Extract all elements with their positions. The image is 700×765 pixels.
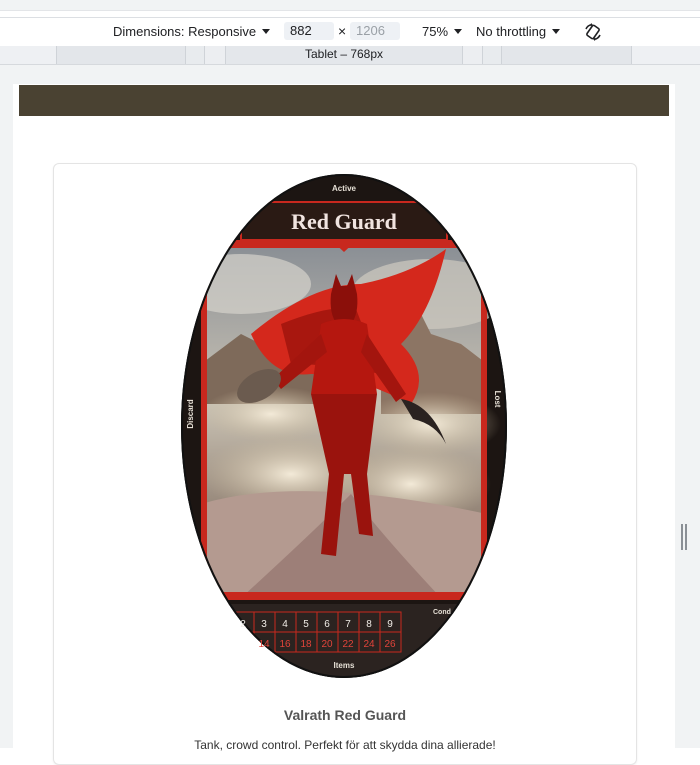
hp-top-cell: 2 xyxy=(240,619,246,630)
throttling-label: No throttling xyxy=(476,24,547,39)
chevron-down-icon xyxy=(552,29,561,34)
hp-bottom-cell: 22 xyxy=(342,639,354,650)
hp-top-cell: 4 xyxy=(282,619,288,630)
rotate-icon[interactable] xyxy=(583,22,603,42)
media-query-bar: Tablet – 768px xyxy=(0,46,700,65)
resize-handle[interactable] xyxy=(681,524,687,550)
hp-top-cell: 8 xyxy=(366,619,372,630)
card-description: Tank, crowd control. Perfekt för att sky… xyxy=(194,738,496,752)
dimensions-dropdown[interactable]: Dimensions: Responsive xyxy=(113,24,271,39)
hp-top-cell: 6 xyxy=(324,619,330,630)
hp-top-cell: 5 xyxy=(303,619,309,630)
zoom-label: 75% xyxy=(422,24,449,39)
height-input[interactable]: 1206 xyxy=(350,22,400,40)
hp-top-cell: 3 xyxy=(261,619,267,630)
token-cond-label: Cond xyxy=(433,609,451,616)
media-query-tablet[interactable]: Tablet – 768px xyxy=(225,46,463,64)
token-left-label: Discard xyxy=(186,399,195,428)
hp-bottom-cell: 20 xyxy=(321,639,333,650)
times-separator: × xyxy=(338,23,347,39)
browser-top-strip xyxy=(0,0,700,11)
site-header-band xyxy=(19,85,669,116)
chevron-down-icon xyxy=(454,29,463,34)
token-banner-title: Red Guard xyxy=(291,209,397,234)
hp-bottom-cell: 14 xyxy=(258,639,270,650)
card-title: Valrath Red Guard xyxy=(283,707,407,723)
chevron-down-icon xyxy=(262,29,271,34)
hp-top-cell: 7 xyxy=(345,619,351,630)
device-toolbar: Dimensions: Responsive 882 × 1206 75% No… xyxy=(0,17,700,47)
token-bottom-label: Items xyxy=(334,661,355,670)
red-guard-token-image: Active Red Guard Discard Lost Items Cond… xyxy=(181,174,507,678)
hp-bottom-cell: 18 xyxy=(300,639,312,650)
width-input[interactable]: 882 xyxy=(284,22,334,40)
zoom-dropdown[interactable]: 75% xyxy=(422,24,463,39)
hp-bottom-cell: 16 xyxy=(279,639,291,650)
hp-bottom-cell: 26 xyxy=(384,639,396,650)
throttling-dropdown[interactable]: No throttling xyxy=(476,24,561,39)
dimensions-label: Dimensions: Responsive xyxy=(113,24,257,39)
token-right-label: Lost xyxy=(493,391,502,408)
hp-top-cell: 9 xyxy=(387,619,393,630)
media-query-label: Tablet – 768px xyxy=(304,47,384,61)
token-top-label: Active xyxy=(332,184,357,193)
hp-bottom-cell: 24 xyxy=(363,639,375,650)
